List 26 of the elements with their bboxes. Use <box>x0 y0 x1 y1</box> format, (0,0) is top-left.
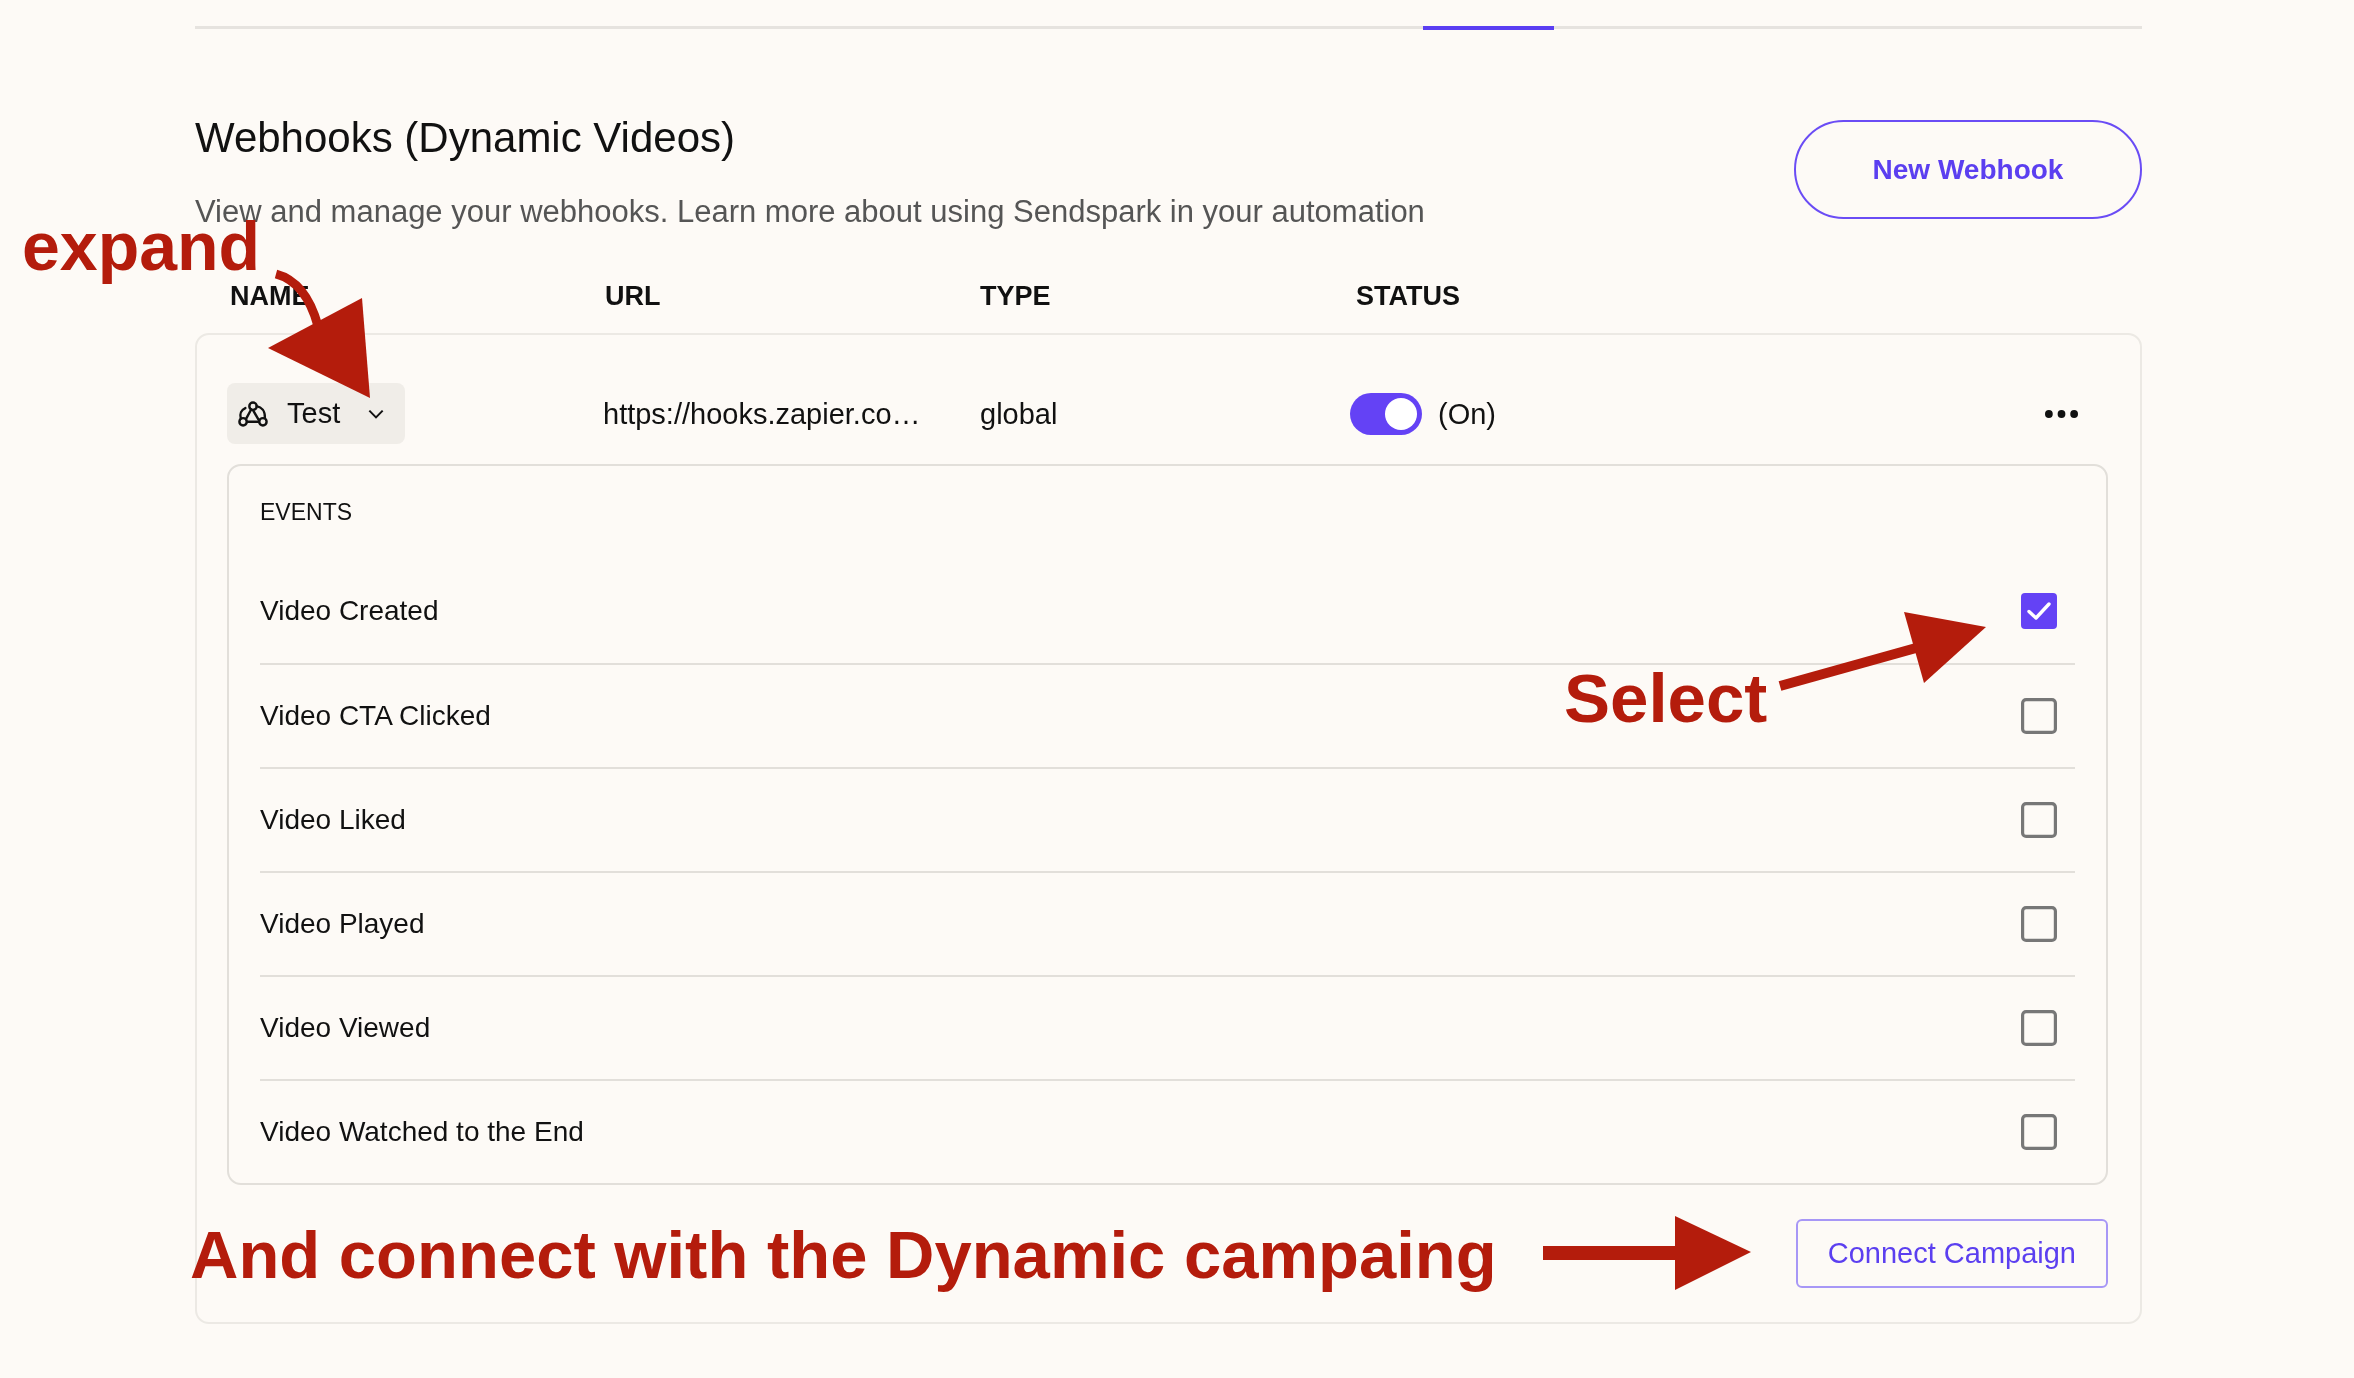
event-label: Video Created <box>260 594 439 628</box>
status-label: (On) <box>1438 396 1496 432</box>
annotation-label: Select <box>1564 664 1768 733</box>
new-webhook-button[interactable]: New Webhook <box>1794 120 2142 219</box>
event-label: Video Played <box>260 907 425 941</box>
column-header: TYPE <box>980 280 1051 313</box>
event-label: Video CTA Clicked <box>260 699 491 733</box>
event-checkbox[interactable] <box>2021 906 2057 942</box>
connect-campaign-button[interactable]: Connect Campaign <box>1795 1219 2108 1288</box>
events-heading: EVENTS <box>260 498 354 527</box>
event-checkbox[interactable] <box>2021 802 2057 838</box>
page-title: Webhooks (Dynamic Videos) <box>195 114 736 162</box>
event-checkbox[interactable] <box>2021 1114 2057 1150</box>
column-header: URL <box>605 280 661 313</box>
status-toggle[interactable] <box>1350 392 1422 435</box>
event-checkbox[interactable] <box>2021 698 2057 734</box>
event-label: Video Liked <box>260 803 406 837</box>
event-checkbox[interactable] <box>2021 1010 2057 1046</box>
more-options-icon[interactable] <box>2045 409 2078 418</box>
webhook-url: https://hooks.zapier.co… <box>603 396 921 432</box>
event-checkbox[interactable] <box>2021 593 2057 629</box>
event-label: Video Watched to the End <box>260 1115 584 1149</box>
event-label: Video Viewed <box>260 1011 431 1045</box>
column-header: STATUS <box>1356 280 1460 313</box>
webhook-name-button[interactable]: Test <box>227 383 406 444</box>
webhook-type: global <box>980 396 1058 432</box>
